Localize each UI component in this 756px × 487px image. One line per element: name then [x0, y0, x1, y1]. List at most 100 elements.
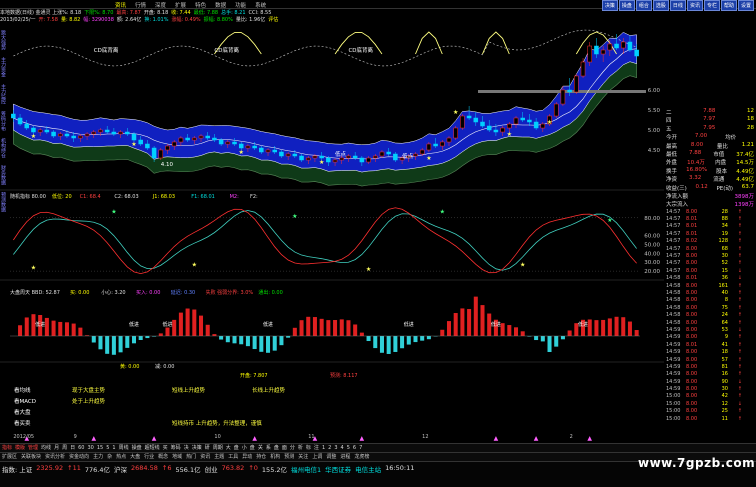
function-item[interactable]: 小 [242, 444, 247, 452]
function-item[interactable]: 决 [184, 444, 189, 452]
extension-tab[interactable]: 进程 [340, 453, 350, 461]
tick-time: 14:59 [666, 326, 681, 333]
function-item[interactable]: 2 [328, 444, 331, 452]
function-item[interactable]: 5 [347, 444, 350, 452]
outflow-bar [426, 336, 431, 340]
price-axis-label: 5.50 [648, 108, 661, 114]
order-book-level: 四 [666, 118, 672, 125]
outflow-bar [225, 336, 230, 343]
function-item[interactable]: 盘 [250, 444, 255, 452]
function-item[interactable]: 3 [334, 444, 337, 452]
function-item[interactable]: 盘 [274, 444, 279, 452]
order-book-price: 7.97 [703, 116, 716, 123]
extension-tab[interactable]: 持仓 [256, 453, 266, 461]
extension-tab[interactable]: 热点 [116, 453, 126, 461]
money-signal-label: 低进 [491, 321, 501, 328]
extension-tab[interactable]: 资讯 [200, 453, 210, 461]
tick-price: 8.00 [686, 326, 698, 333]
kd-axis-label: 30.00 [644, 260, 660, 266]
outflow-bar [98, 336, 103, 350]
function-item[interactable]: 1 [322, 444, 325, 452]
extension-tab[interactable]: 扩展区 [2, 453, 17, 461]
function-item[interactable]: 超短线 [145, 444, 160, 452]
stock-chart[interactable]: ★ ★ ★ ★ ★ ★ ★ ★ CD底背离 CD底背离 CD底背离低点 低点 4.10 6.00 5.50 5… [0, 0, 664, 442]
quote-label: 净资 [666, 177, 678, 184]
function-item[interactable]: 1 [112, 444, 115, 452]
tick-row: 14:59 8.00 57 ↑ [664, 357, 756, 364]
function-item[interactable]: 周线 [119, 444, 129, 452]
extension-tab[interactable]: 预测 [284, 453, 294, 461]
function-item[interactable]: 析 [298, 444, 303, 452]
extension-tab[interactable]: 大盘 [130, 453, 140, 461]
extension-tab[interactable]: 关联板块 [21, 453, 41, 461]
money-label: 买: 0.00 [70, 289, 89, 296]
candle-body [51, 131, 56, 137]
function-item[interactable]: 4 [341, 444, 344, 452]
function-item[interactable]: 月 [54, 444, 59, 452]
price-axis-label: 4.50 [648, 148, 661, 154]
tick-volume: 15 [721, 267, 728, 274]
extension-tab[interactable]: 概念 [158, 453, 168, 461]
inflow-bar [18, 325, 23, 336]
tick-volume: 41 [721, 341, 728, 348]
extension-tab[interactable]: 主力 [93, 453, 103, 461]
toolbar-button-6[interactable]: 专栏 [703, 0, 720, 11]
tick-direction: ↑ [737, 415, 742, 422]
tick-time: 14:59 [666, 349, 681, 356]
extension-tab[interactable]: 上调 [312, 453, 322, 461]
function-item[interactable]: 买 [163, 444, 168, 452]
signal-star: ★ [131, 141, 136, 148]
function-item[interactable]: 60 [78, 444, 84, 452]
function-item[interactable]: 15 [97, 444, 103, 452]
function-item[interactable]: 管理 [28, 444, 38, 452]
extension-tab[interactable]: 关注 [298, 453, 308, 461]
function-item[interactable]: 6 [353, 444, 356, 452]
function-item[interactable]: 5 [106, 444, 109, 452]
extension-tab[interactable]: 工具 [228, 453, 238, 461]
extension-tab[interactable]: 资讯分析 [45, 453, 65, 461]
function-item[interactable]: 关 [258, 444, 263, 452]
extension-tab[interactable]: 热门 [186, 453, 196, 461]
function-item[interactable]: 大 [226, 444, 231, 452]
function-item[interactable]: 盘 [234, 444, 239, 452]
toolbar-button-7[interactable]: 帮助 [720, 0, 737, 11]
tick-price: 8.00 [686, 334, 698, 341]
function-item[interactable]: 模版 [15, 444, 25, 452]
function-item[interactable]: 周期 [213, 444, 223, 452]
function-item[interactable]: 分 [290, 444, 295, 452]
function-item[interactable]: 指标 [2, 444, 12, 452]
kd-axis-label: 80.00 [644, 216, 660, 222]
extension-tab[interactable]: 杂 [107, 453, 112, 461]
extension-tab[interactable]: 地域 [172, 453, 182, 461]
toolbar-button-5[interactable]: 资讯 [686, 0, 703, 11]
function-item[interactable]: 面 [282, 444, 287, 452]
tick-direction: ↑ [737, 341, 742, 348]
toolbar-button-4[interactable]: 日线 [669, 0, 686, 11]
function-item[interactable]: 筹码 [171, 444, 181, 452]
extension-tab[interactable]: 异动 [242, 453, 252, 461]
extension-tab[interactable]: 主题 [214, 453, 224, 461]
extension-tab[interactable]: 行业 [144, 453, 154, 461]
outflow-bar [393, 336, 398, 352]
function-item[interactable]: 系 [266, 444, 271, 452]
function-item[interactable]: 均线 [41, 444, 51, 452]
function-item[interactable]: 日 [70, 444, 75, 452]
function-item[interactable]: 决策 [192, 444, 202, 452]
candle-body [279, 151, 284, 157]
toolbar-button-8[interactable]: 设置 [737, 0, 754, 11]
extension-tab[interactable]: 机构 [270, 453, 280, 461]
function-item[interactable]: 注 [314, 444, 319, 452]
function-item[interactable]: 标 [306, 444, 311, 452]
extension-tab[interactable]: 资金动向 [69, 453, 89, 461]
function-item[interactable]: 7 [359, 444, 362, 452]
extension-tab[interactable]: 龙虎榜 [354, 453, 369, 461]
candle-body [305, 157, 311, 161]
money-signal-label: 低进 [404, 321, 414, 328]
extension-tab[interactable]: 调整 [326, 453, 336, 461]
flow-row: 大宗流入 1398万 [664, 200, 756, 208]
function-item[interactable]: 30 [87, 444, 93, 452]
function-item[interactable]: 周 [62, 444, 67, 452]
function-item[interactable]: 操盘 [132, 444, 142, 452]
function-item[interactable]: 研 [205, 444, 210, 452]
tick-direction: ↑ [737, 223, 742, 230]
